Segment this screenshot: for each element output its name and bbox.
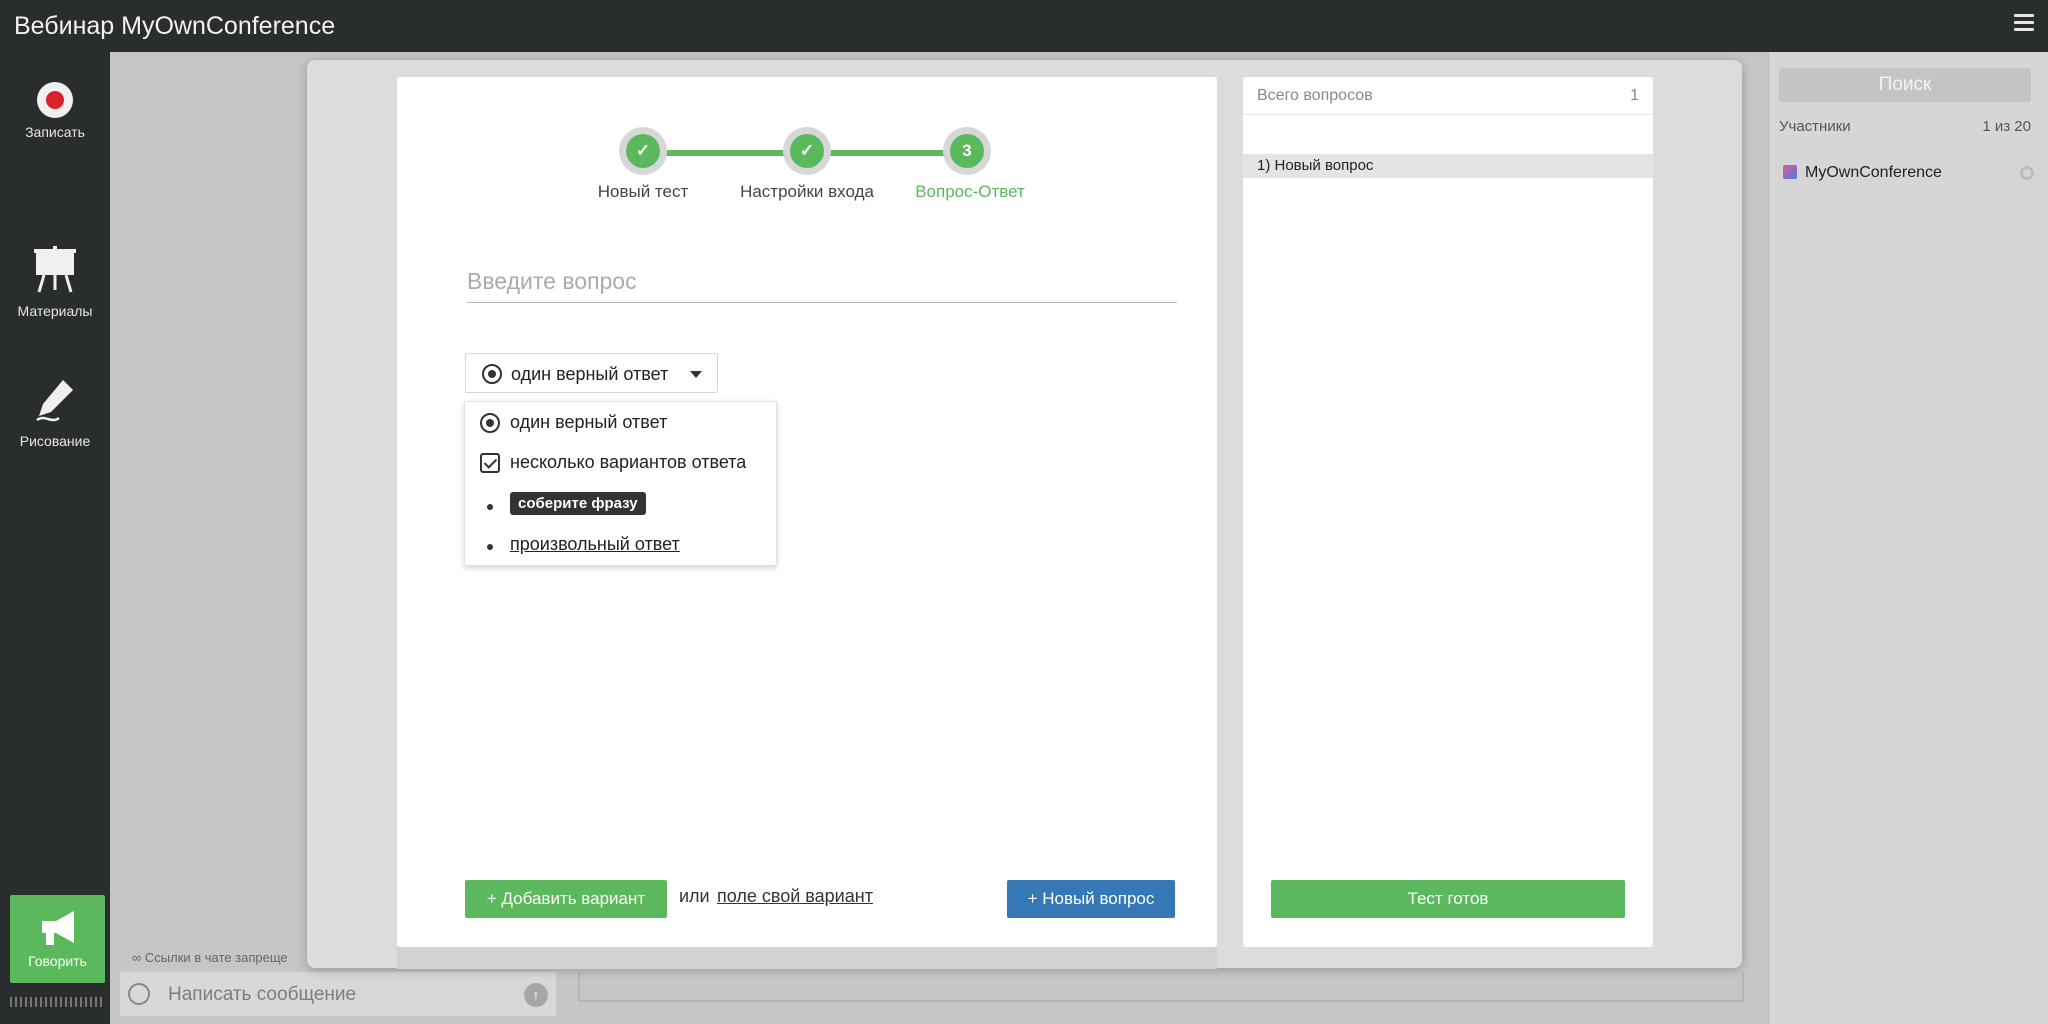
participants-panel: Поиск Участники 1 из 20 MyOwnConference [1768, 52, 2048, 1024]
emoji-icon[interactable] [128, 983, 150, 1005]
pencil-icon [36, 380, 73, 422]
speak-button[interactable]: Говорить [10, 895, 105, 983]
hamburger-menu-icon[interactable] [2014, 14, 2034, 34]
participants-count: 1 из 20 [1982, 118, 2031, 135]
materials-label: Материалы [17, 303, 93, 319]
speak-label: Говорить [28, 953, 87, 969]
search-button[interactable]: Поиск [1779, 68, 2031, 102]
add-variant-button[interactable]: + Добавить вариант [465, 880, 667, 918]
step-1-indicator: ✓ [619, 127, 667, 175]
participants-header: Участники 1 из 20 [1779, 118, 2031, 135]
option-label: один верный ответ [510, 412, 668, 432]
gear-icon[interactable] [2020, 166, 2034, 180]
participants-label: Участники [1779, 118, 1851, 135]
step-label-entry-settings[interactable]: Настройки входа [740, 182, 874, 202]
wizard-stepper: ✓ ✓ 3 Новый тест Настройки входа Вопрос-… [397, 127, 1217, 207]
record-button[interactable]: Записать [0, 82, 110, 140]
option-build-phrase[interactable]: соберите фразу [465, 482, 776, 522]
option-label: произвольный ответ [510, 534, 680, 554]
chat-links-note: ∞ Ссылки в чате запреще [132, 950, 288, 965]
step-label-question-answer[interactable]: Вопрос-Ответ [915, 182, 1025, 202]
participant-name: MyOwnConference [1805, 164, 1942, 181]
option-label: несколько вариантов ответа [510, 452, 747, 472]
step-number: 3 [950, 134, 984, 168]
step-2-indicator: ✓ [783, 127, 831, 175]
question-placeholder: Введите вопрос [467, 268, 637, 294]
bullet-icon [487, 544, 493, 550]
answer-type-value: один верный ответ [511, 364, 669, 384]
option-tag: соберите фразу [510, 492, 646, 515]
step-3-indicator: 3 [943, 127, 991, 175]
radio-icon [480, 413, 500, 433]
chat-placeholder: Написать сообщение [168, 984, 357, 1005]
step-label-new-test[interactable]: Новый тест [598, 182, 689, 202]
megaphone-icon [42, 911, 74, 945]
check-icon: ✓ [626, 134, 660, 168]
audio-level-meter [10, 997, 105, 1007]
record-label: Записать [25, 124, 85, 140]
option-free-answer[interactable]: произвольный ответ [465, 524, 776, 564]
questions-total-count: 1 [1630, 87, 1639, 104]
option-single-answer[interactable]: один верный ответ [465, 402, 776, 442]
test-done-button[interactable]: Тест готов [1271, 880, 1625, 918]
chat-message-input[interactable]: Написать сообщение ↑ [120, 972, 556, 1016]
option-multiple-answers[interactable]: несколько вариантов ответа [465, 442, 776, 482]
check-icon: ✓ [790, 134, 824, 168]
questions-list-panel: Всего вопросов 1 1) Новый вопрос [1243, 77, 1653, 947]
drawing-button[interactable]: Рисование [0, 378, 110, 449]
title-bar: Вебинар MyOwnConference [0, 0, 2048, 52]
or-label: или [679, 886, 710, 906]
avatar [1783, 165, 1797, 179]
participant-item[interactable]: MyOwnConference [1783, 164, 1942, 182]
send-icon[interactable]: ↑ [524, 983, 548, 1007]
question-list-item[interactable]: 1) Новый вопрос [1243, 154, 1653, 178]
chevron-down-icon [690, 371, 702, 378]
questions-header: Всего вопросов 1 [1243, 77, 1653, 115]
board-area [578, 972, 1744, 1002]
bullet-icon [487, 504, 493, 510]
link-icon: ∞ [132, 950, 145, 965]
app-title: Вебинар MyOwnConference [14, 12, 336, 40]
answer-type-dropdown: один верный ответ несколько вариантов от… [464, 401, 777, 566]
checkbox-icon [480, 453, 500, 473]
answer-type-select[interactable]: один верный ответ [465, 353, 718, 393]
drawing-label: Рисование [19, 433, 91, 449]
presentation-board-icon [34, 246, 76, 293]
radio-icon [482, 364, 502, 384]
left-toolbar: Записать Материалы Рисование [0, 52, 110, 1024]
question-input[interactable]: Введите вопрос [467, 268, 1177, 303]
record-icon [37, 82, 73, 118]
questions-total-label: Всего вопросов [1257, 87, 1373, 104]
card-footer-shadow [397, 945, 1217, 969]
question-item-label: 1) Новый вопрос [1257, 157, 1374, 174]
new-question-button[interactable]: + Новый вопрос [1007, 880, 1175, 918]
own-variant-link[interactable]: поле свой вариант [717, 886, 873, 907]
materials-button[interactable]: Материалы [0, 246, 110, 319]
